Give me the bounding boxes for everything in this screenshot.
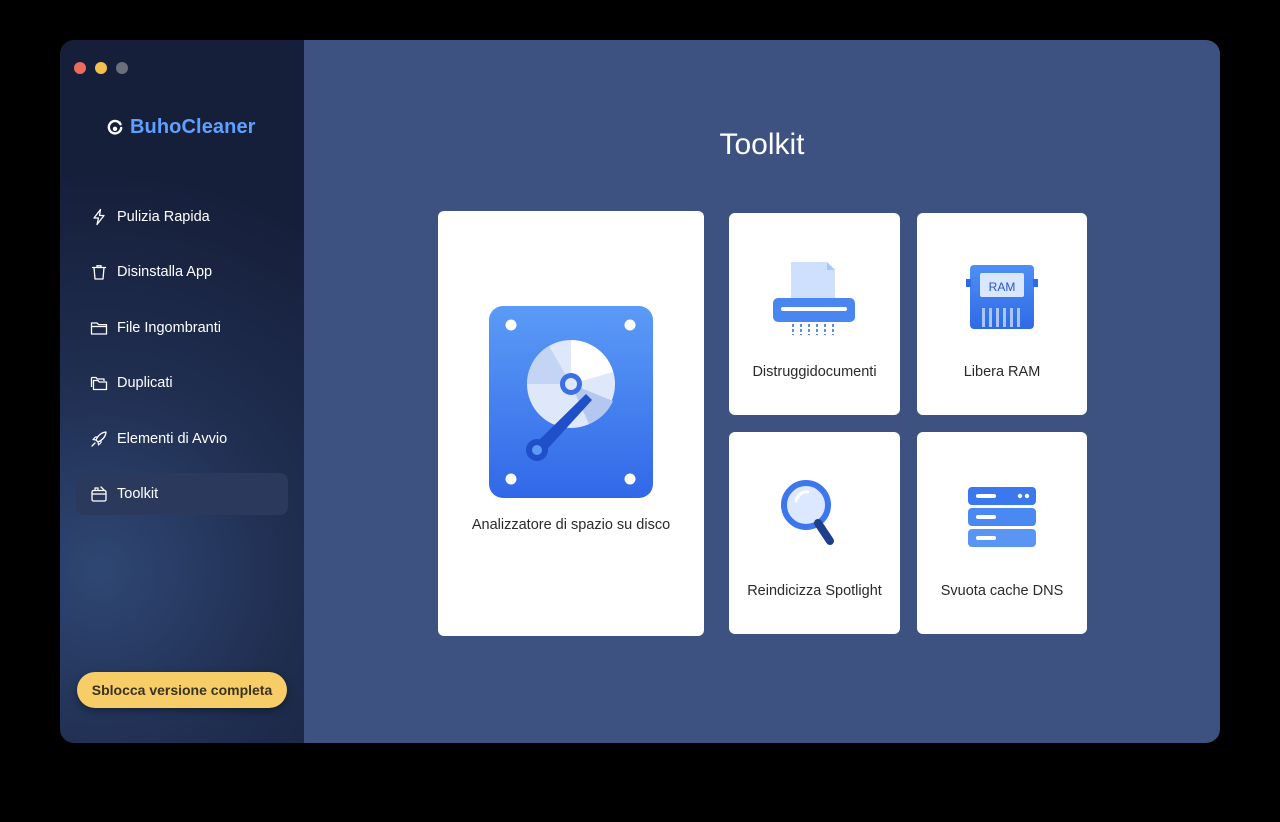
shredder-icon [773,262,855,335]
ram-chip-icon [966,265,1038,329]
sidebar-item-elementi-di-avvio[interactable]: Elementi di Avvio [76,418,288,460]
tool-card-shredder[interactable]: Distruggidocumenti [729,213,900,415]
toolkit-icon [91,486,107,502]
tool-card-spotlight[interactable]: Reindicizza Spotlight [729,432,900,634]
lightning-icon [93,208,105,226]
tool-label: Svuota cache DNS [940,583,1064,599]
sidebar-item-duplicati[interactable]: Duplicati [76,362,288,404]
sidebar-nav: Pulizia Rapida Disinstalla App File Ingo… [76,196,288,528]
brand-logo: BuhoCleaner [106,116,256,139]
folder-icon [90,322,108,335]
sidebar-item-disinstalla-app[interactable]: Disinstalla App [76,251,288,293]
tool-card-free-ram[interactable]: RAM Libera RAM [917,213,1087,415]
sidebar-item-pulizia-rapida[interactable]: Pulizia Rapida [76,196,288,238]
sidebar-item-label: Pulizia Rapida [117,209,210,225]
tool-label: Analizzatore di spazio su disco [471,517,671,533]
trash-icon [91,265,107,281]
rocket-icon [91,430,107,447]
sidebar-item-label: Duplicati [117,375,173,392]
app-window: BuhoCleaner Pulizia Rapida Disinstalla A… [60,40,1220,743]
ram-chip-label: RAM [988,280,1016,294]
disk-analyzer-icon [489,306,653,498]
duplicate-folder-icon [90,377,108,391]
tool-label: Libera RAM [963,364,1041,380]
tool-card-disk-analyzer[interactable]: Analizzatore di spazio su disco [438,211,704,636]
sidebar-item-label: File Ingombranti [117,319,221,336]
tool-label: Distruggidocumenti [752,364,877,380]
sidebar-item-label: Toolkit [117,485,159,502]
tool-label: Reindicizza Spotlight [747,583,882,599]
server-icon [968,487,1036,547]
sidebar-item-toolkit[interactable]: Toolkit [76,472,288,515]
sidebar-item-label: Disinstalla App [117,264,213,281]
close-window-button[interactable] [74,62,86,74]
sidebar: BuhoCleaner Pulizia Rapida Disinstalla A… [60,40,304,743]
zoom-window-button[interactable] [116,62,128,74]
sidebar-item-file-ingombranti[interactable]: File Ingombranti [76,307,288,349]
magnifier-icon [781,480,834,545]
tool-card-dns-cache[interactable]: Svuota cache DNS [917,432,1087,634]
unlock-full-version-button[interactable]: Sblocca versione completa [77,672,287,708]
owl-logo-icon [107,119,123,135]
minimize-window-button[interactable] [95,62,107,74]
sidebar-item-label: Elementi di Avvio [117,430,228,447]
app-name: BuhoCleaner [130,116,256,138]
window-controls [74,62,128,74]
page-title: Toolkit [719,128,805,161]
main-content: Toolkit Analizzatore di spazio su disco … [304,40,1220,743]
